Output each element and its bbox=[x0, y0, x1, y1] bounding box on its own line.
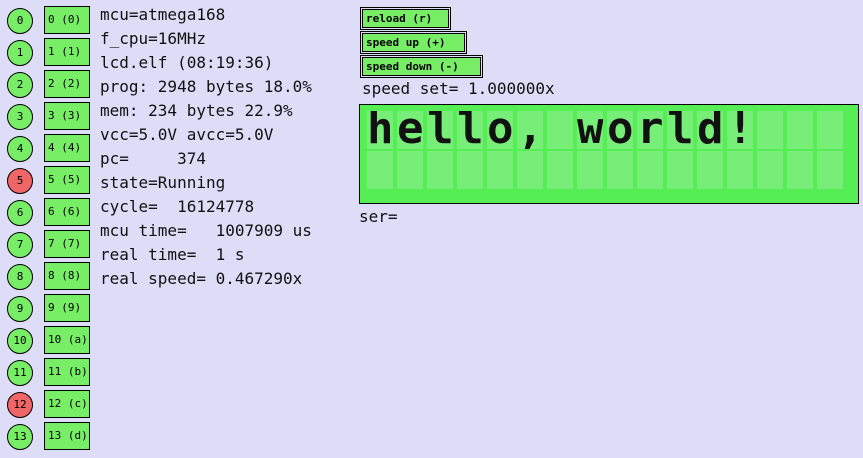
voltage-label: vcc=5.0V avcc=5.0V bbox=[100, 125, 274, 144]
lcd-cell bbox=[547, 151, 573, 189]
lcd-cell bbox=[517, 151, 543, 189]
pin-button[interactable]: 7 (7) bbox=[44, 230, 90, 258]
pin-button[interactable]: 2 (2) bbox=[44, 70, 90, 98]
pin-button[interactable]: 11 (b) bbox=[44, 358, 90, 386]
reload-button[interactable]: reload (r) bbox=[360, 7, 451, 30]
lcd-cell bbox=[607, 151, 633, 189]
lcd-cell: l bbox=[427, 111, 453, 149]
prog-size-label: prog: 2948 bytes 18.0% bbox=[100, 77, 312, 96]
lcd-cell: l bbox=[457, 111, 483, 149]
pin-indicator: 13 bbox=[7, 424, 33, 450]
lcd-cell bbox=[367, 151, 393, 189]
pin-indicator: 11 bbox=[7, 360, 33, 386]
mcu-label: mcu=atmega168 bbox=[100, 5, 226, 24]
lcd-cell bbox=[817, 151, 843, 189]
real-time-label: real time= 1 s bbox=[100, 245, 245, 264]
pin-button[interactable]: 0 (0) bbox=[44, 6, 90, 34]
state-label: state=Running bbox=[100, 173, 226, 192]
pin-button[interactable]: 8 (8) bbox=[44, 262, 90, 290]
lcd-cell: , bbox=[517, 111, 543, 149]
lcd-cell: r bbox=[637, 111, 663, 149]
pin-indicator: 0 bbox=[7, 8, 33, 34]
pc-label: pc= 374 bbox=[100, 149, 206, 168]
lcd-cell: d bbox=[697, 111, 723, 149]
lcd-cell bbox=[727, 151, 753, 189]
lcd-cell bbox=[787, 151, 813, 189]
pin-button[interactable]: 3 (3) bbox=[44, 102, 90, 130]
pin-button[interactable]: 5 (5) bbox=[44, 166, 90, 194]
pin-indicator: 12 bbox=[7, 392, 33, 418]
pin-button[interactable]: 6 (6) bbox=[44, 198, 90, 226]
lcd-cell: w bbox=[577, 111, 603, 149]
pin-button[interactable]: 4 (4) bbox=[44, 134, 90, 162]
lcd-cell bbox=[757, 111, 783, 149]
lcd-cell bbox=[757, 151, 783, 189]
pin-button[interactable]: 13 (d) bbox=[44, 422, 90, 450]
pin-indicator: 9 bbox=[7, 296, 33, 322]
pin-indicator: 10 bbox=[7, 328, 33, 354]
lcd-cell: ! bbox=[727, 111, 753, 149]
pin-indicator: 2 bbox=[7, 72, 33, 98]
lcd-cell bbox=[547, 111, 573, 149]
pin-indicator: 6 bbox=[7, 200, 33, 226]
lcd-cell: o bbox=[607, 111, 633, 149]
real-speed-label: real speed= 0.467290x bbox=[100, 269, 303, 288]
lcd-cell bbox=[637, 151, 663, 189]
cycle-label: cycle= 16124778 bbox=[100, 197, 255, 216]
lcd-cell: l bbox=[667, 111, 693, 149]
lcd-cell bbox=[487, 151, 513, 189]
lcd-cell bbox=[667, 151, 693, 189]
lcd-cell bbox=[427, 151, 453, 189]
pin-button[interactable]: 10 (a) bbox=[44, 326, 90, 354]
lcd-cell: o bbox=[487, 111, 513, 149]
f-cpu-label: f_cpu=16MHz bbox=[100, 29, 206, 48]
pin-indicator: 4 bbox=[7, 136, 33, 162]
pin-button[interactable]: 1 (1) bbox=[44, 38, 90, 66]
lcd-character-grid: h e l l o, w o r l d! bbox=[367, 111, 843, 189]
mcu-info-panel: mcu=atmega168 f_cpu=16MHz lcd.elf (08:19… bbox=[100, 3, 312, 291]
lcd-cell bbox=[397, 151, 423, 189]
pin-indicator: 5 bbox=[7, 168, 33, 194]
speed-set-label: speed set= 1.000000x bbox=[362, 79, 555, 98]
pin-indicator: 3 bbox=[7, 104, 33, 130]
pin-indicator: 7 bbox=[7, 232, 33, 258]
lcd-cell bbox=[787, 111, 813, 149]
pin-indicator: 1 bbox=[7, 40, 33, 66]
lcd-cell: h bbox=[367, 111, 393, 149]
mem-size-label: mem: 234 bytes 22.9% bbox=[100, 101, 293, 120]
firmware-file-label: lcd.elf (08:19:36) bbox=[100, 53, 274, 72]
pin-button[interactable]: 9 (9) bbox=[44, 294, 90, 322]
lcd-display: h e l l o, w o r l d! bbox=[359, 104, 859, 204]
speed-down-button[interactable]: speed down (-) bbox=[360, 55, 483, 78]
lcd-cell bbox=[817, 111, 843, 149]
serial-output-label: ser= bbox=[359, 207, 398, 226]
lcd-cell: e bbox=[397, 111, 423, 149]
lcd-cell bbox=[457, 151, 483, 189]
lcd-cell bbox=[697, 151, 723, 189]
lcd-cell bbox=[577, 151, 603, 189]
mcu-time-label: mcu time= 1007909 us bbox=[100, 221, 312, 240]
speed-up-button[interactable]: speed up (+) bbox=[360, 31, 467, 54]
pin-button[interactable]: 12 (c) bbox=[44, 390, 90, 418]
pin-indicator: 8 bbox=[7, 264, 33, 290]
